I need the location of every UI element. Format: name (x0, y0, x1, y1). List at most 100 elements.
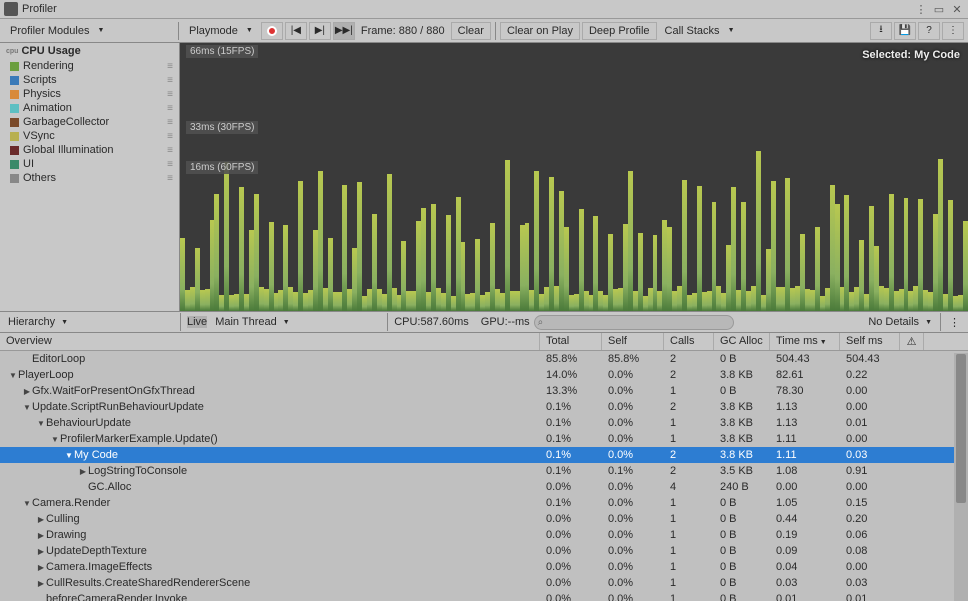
cell-gc: 0 B (714, 527, 770, 543)
drag-handle-icon[interactable]: ≡ (167, 61, 173, 72)
save-button[interactable]: 💾 (894, 22, 916, 40)
drag-handle-icon[interactable]: ≡ (167, 89, 173, 100)
table-row[interactable]: Update.ScriptRunBehaviourUpdate0.1%0.0%2… (0, 399, 968, 415)
cell-calls: 2 (664, 447, 714, 463)
table-row[interactable]: CullResults.CreateSharedRendererScene0.0… (0, 575, 968, 591)
expand-arrow-icon[interactable] (78, 467, 88, 476)
clear-on-play-button[interactable]: Clear on Play (500, 22, 580, 40)
table-row[interactable]: Gfx.WaitForPresentOnGfxThread13.3%0.0%10… (0, 383, 968, 399)
sort-indicator-icon: ▼ (820, 339, 827, 346)
cell-gc: 0 B (714, 495, 770, 511)
chart-area[interactable]: 66ms (15FPS) 33ms (30FPS) 16ms (60FPS) S… (180, 43, 968, 311)
table-row[interactable]: Drawing0.0%0.0%10 B0.190.06 (0, 527, 968, 543)
cell-time: 504.43 (770, 351, 840, 367)
table-row[interactable]: BehaviourUpdate0.1%0.0%13.8 KB1.130.01 (0, 415, 968, 431)
expand-arrow-icon[interactable] (8, 371, 18, 380)
table-row[interactable]: EditorLoop85.8%85.8%20 B504.43504.43 (0, 351, 968, 367)
table-row[interactable]: UpdateDepthTexture0.0%0.0%10 B0.090.08 (0, 543, 968, 559)
module-item-global-illumination[interactable]: Global Illumination≡ (0, 143, 179, 157)
expand-arrow-icon[interactable] (36, 419, 46, 428)
module-item-ui[interactable]: UI≡ (0, 157, 179, 171)
col-overview[interactable]: Overview (0, 333, 540, 350)
cell-selfms: 504.43 (840, 351, 900, 367)
row-name: EditorLoop (32, 353, 85, 365)
profiler-modules-dropdown[interactable]: Profiler Modules (4, 23, 174, 39)
cell-calls: 2 (664, 399, 714, 415)
cell-calls: 1 (664, 575, 714, 591)
call-stacks-dropdown[interactable]: Call Stacks (659, 23, 741, 39)
expand-arrow-icon[interactable] (22, 403, 32, 412)
cell-self: 0.0% (602, 527, 664, 543)
expand-arrow-icon[interactable] (64, 451, 74, 460)
module-item-rendering[interactable]: Rendering≡ (0, 59, 179, 73)
drag-handle-icon[interactable]: ≡ (167, 103, 173, 114)
cell-selfms: 0.00 (840, 479, 900, 495)
drag-handle-icon[interactable]: ≡ (167, 131, 173, 142)
table-row[interactable]: Camera.ImageEffects0.0%0.0%10 B0.040.00 (0, 559, 968, 575)
drag-handle-icon[interactable]: ≡ (167, 75, 173, 86)
col-self[interactable]: Self (602, 333, 664, 350)
record-button[interactable] (261, 22, 283, 40)
drag-handle-icon[interactable]: ≡ (167, 117, 173, 128)
table-row[interactable]: PlayerLoop14.0%0.0%23.8 KB82.610.22 (0, 367, 968, 383)
next-frame-button[interactable]: ▶| (309, 22, 331, 40)
module-item-vsync[interactable]: VSync≡ (0, 129, 179, 143)
expand-arrow-icon[interactable] (22, 499, 32, 508)
prev-frame-button[interactable]: |◀ (285, 22, 307, 40)
playmode-dropdown[interactable]: Playmode (183, 23, 259, 39)
expand-arrow-icon[interactable] (36, 515, 46, 524)
options-icon[interactable]: ⋮ (945, 316, 964, 329)
table-row[interactable]: LogStringToConsole0.1%0.1%23.5 KB1.080.9… (0, 463, 968, 479)
module-item-physics[interactable]: Physics≡ (0, 87, 179, 101)
menu-button[interactable]: ⋮ (942, 22, 964, 40)
thread-dropdown[interactable]: Main Thread (211, 315, 381, 329)
expand-arrow-icon[interactable] (50, 435, 60, 444)
search-wrap (534, 315, 734, 330)
expand-arrow-icon[interactable] (36, 531, 46, 540)
current-frame-button[interactable]: ▶▶| (333, 22, 355, 40)
expand-arrow-icon[interactable] (36, 563, 46, 572)
live-button[interactable]: Live (187, 316, 207, 328)
col-total[interactable]: Total (540, 333, 602, 350)
table-row[interactable]: Camera.Render0.1%0.0%10 B1.050.15 (0, 495, 968, 511)
module-item-scripts[interactable]: Scripts≡ (0, 73, 179, 87)
details-dropdown[interactable]: No Details (864, 315, 936, 329)
expand-arrow-icon[interactable] (22, 387, 32, 396)
minimize-icon[interactable]: ▭ (932, 2, 946, 16)
col-gc[interactable]: GC Alloc (714, 333, 770, 350)
cell-gc: 3.8 KB (714, 447, 770, 463)
table-row[interactable]: GC.Alloc0.0%0.0%4240 B0.000.00 (0, 479, 968, 495)
module-item-others[interactable]: Others≡ (0, 171, 179, 185)
cpu-usage-header[interactable]: cpu CPU Usage (0, 43, 179, 59)
col-warn[interactable]: ⚠ (900, 333, 924, 350)
table-row[interactable]: beforeCameraRender.Invoke0.0%0.0%10 B0.0… (0, 591, 968, 601)
col-calls[interactable]: Calls (664, 333, 714, 350)
scrollbar-thumb[interactable] (956, 354, 966, 503)
col-selfms[interactable]: Self ms (840, 333, 900, 350)
table-row[interactable]: Culling0.0%0.0%10 B0.440.20 (0, 511, 968, 527)
expand-arrow-icon[interactable] (36, 579, 46, 588)
drag-handle-icon[interactable]: ≡ (167, 173, 173, 184)
module-item-animation[interactable]: Animation≡ (0, 101, 179, 115)
cell-warn (900, 383, 924, 399)
drag-handle-icon[interactable]: ≡ (167, 159, 173, 170)
col-time[interactable]: Time ms▼ (770, 333, 840, 350)
cell-gc: 0 B (714, 559, 770, 575)
scrollbar[interactable] (954, 353, 968, 601)
clear-button[interactable]: Clear (451, 22, 491, 40)
search-input[interactable] (534, 315, 734, 330)
module-item-garbagecollector[interactable]: GarbageCollector≡ (0, 115, 179, 129)
details-label: No Details (868, 316, 919, 328)
deep-profile-button[interactable]: Deep Profile (582, 22, 657, 40)
help-button[interactable]: ? (918, 22, 940, 40)
drag-handle-icon[interactable]: ≡ (167, 145, 173, 156)
cell-time: 0.19 (770, 527, 840, 543)
close-icon[interactable]: ✕ (950, 2, 964, 16)
table-row[interactable]: My Code0.1%0.0%23.8 KB1.110.03 (0, 447, 968, 463)
open-button[interactable]: ⭳ (870, 22, 892, 40)
menu-icon[interactable]: ⋮ (914, 2, 928, 16)
cell-selfms: 0.00 (840, 431, 900, 447)
table-row[interactable]: ProfilerMarkerExample.Update()0.1%0.0%13… (0, 431, 968, 447)
hierarchy-dropdown[interactable]: Hierarchy (4, 315, 174, 329)
expand-arrow-icon[interactable] (36, 547, 46, 556)
